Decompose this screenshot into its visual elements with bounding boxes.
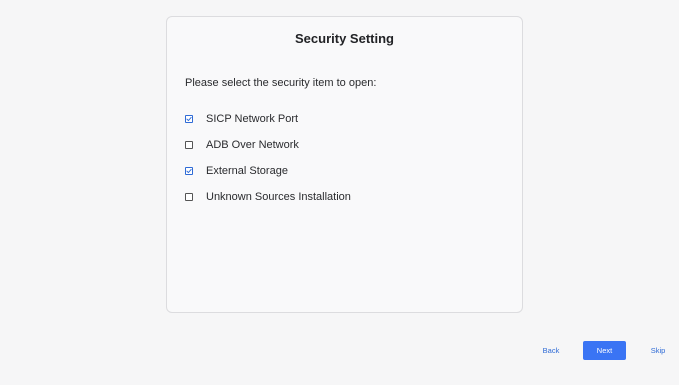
option-label: SICP Network Port (206, 113, 299, 125)
checkbox-checked-icon[interactable] (185, 115, 193, 123)
checkbox-unchecked-icon[interactable] (185, 193, 193, 201)
skip-button[interactable]: Skip (645, 340, 671, 360)
option-label: External Storage (206, 165, 288, 177)
checkbox-checked-icon[interactable] (185, 167, 193, 175)
option-adb-over-network[interactable]: ADB Over Network (185, 132, 351, 158)
next-button[interactable]: Next (583, 341, 626, 360)
option-external-storage[interactable]: External Storage (185, 158, 351, 184)
dialog-title: Security Setting (295, 31, 394, 46)
security-options-list: SICP Network Port ADB Over Network Exter… (185, 106, 351, 210)
setup-screen: Security Setting Please select the secur… (0, 0, 679, 385)
back-button[interactable]: Back (536, 340, 566, 360)
dialog-prompt: Please select the security item to open: (185, 77, 377, 89)
option-label: ADB Over Network (206, 139, 299, 151)
checkbox-unchecked-icon[interactable] (185, 141, 193, 149)
option-label: Unknown Sources Installation (206, 191, 351, 203)
option-sicp-network-port[interactable]: SICP Network Port (185, 106, 351, 132)
option-unknown-sources-installation[interactable]: Unknown Sources Installation (185, 184, 351, 210)
security-setting-card: Security Setting Please select the secur… (166, 16, 523, 313)
